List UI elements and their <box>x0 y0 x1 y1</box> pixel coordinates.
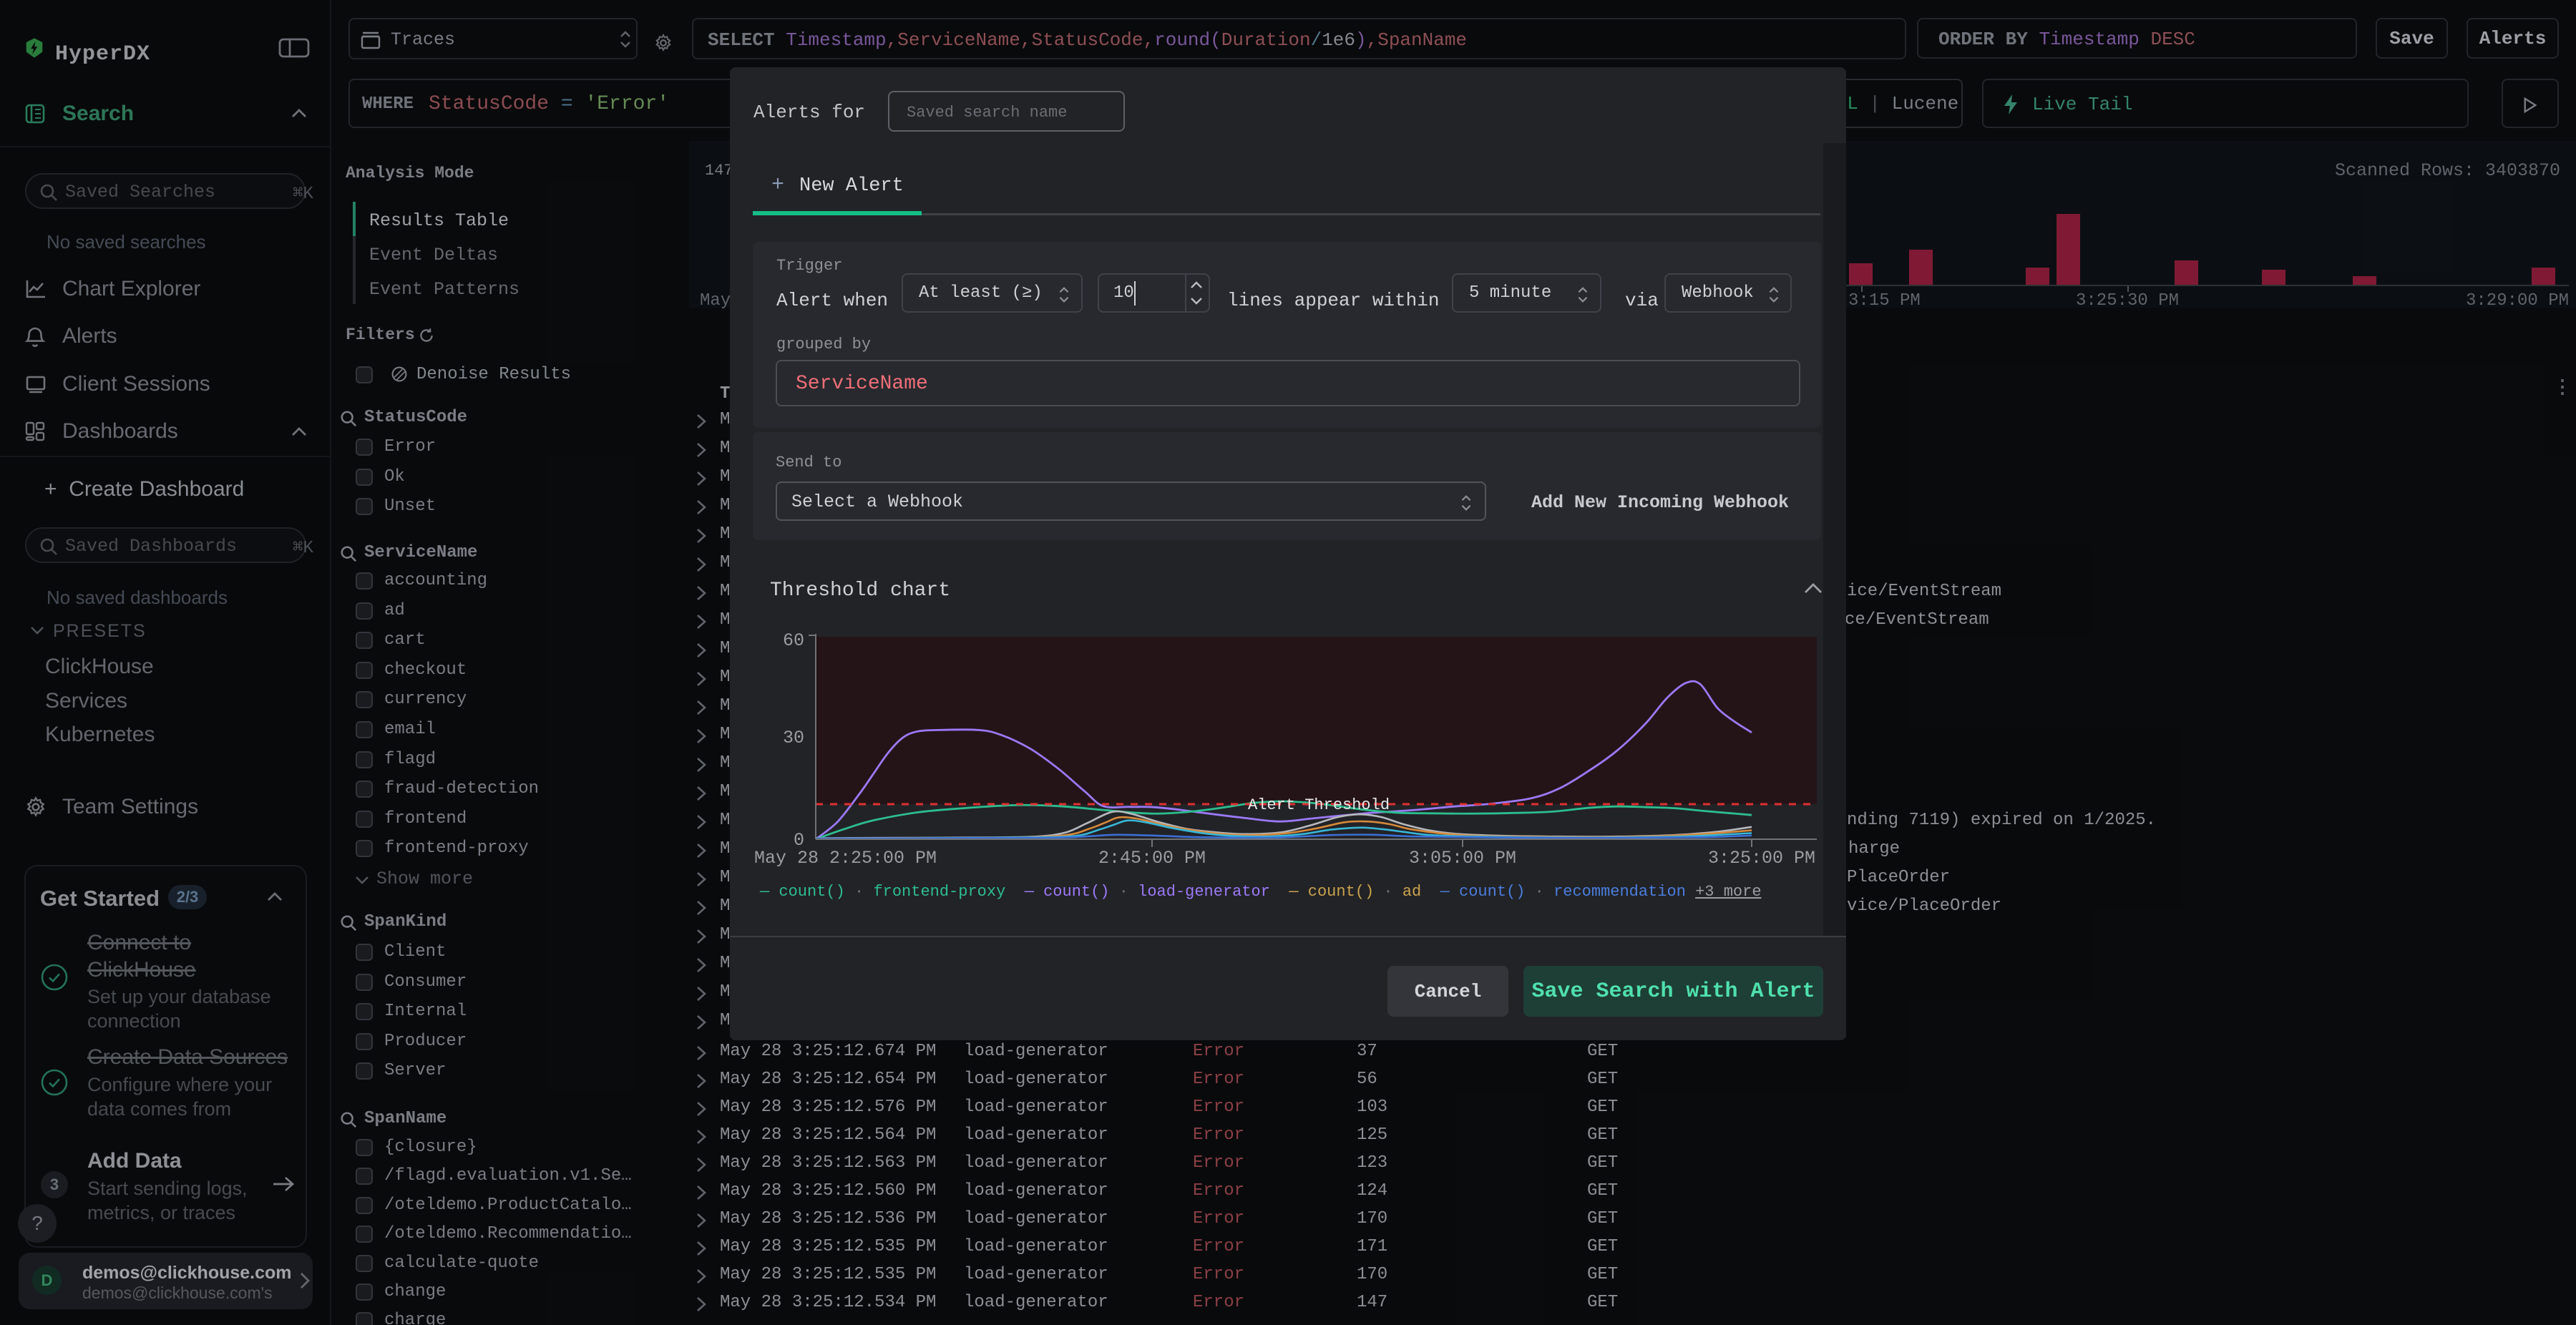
svg-text:3:05:00 PM: 3:05:00 PM <box>1409 848 1516 869</box>
svg-text:May 28 2:25:00 PM: May 28 2:25:00 PM <box>754 848 937 869</box>
svg-text:Alert Threshold: Alert Threshold <box>1248 796 1390 814</box>
svg-text:2:45:00 PM: 2:45:00 PM <box>1098 848 1206 869</box>
svg-text:3:25:00 PM: 3:25:00 PM <box>1708 848 1815 869</box>
svg-text:30: 30 <box>783 728 804 748</box>
svg-text:60: 60 <box>783 630 804 651</box>
